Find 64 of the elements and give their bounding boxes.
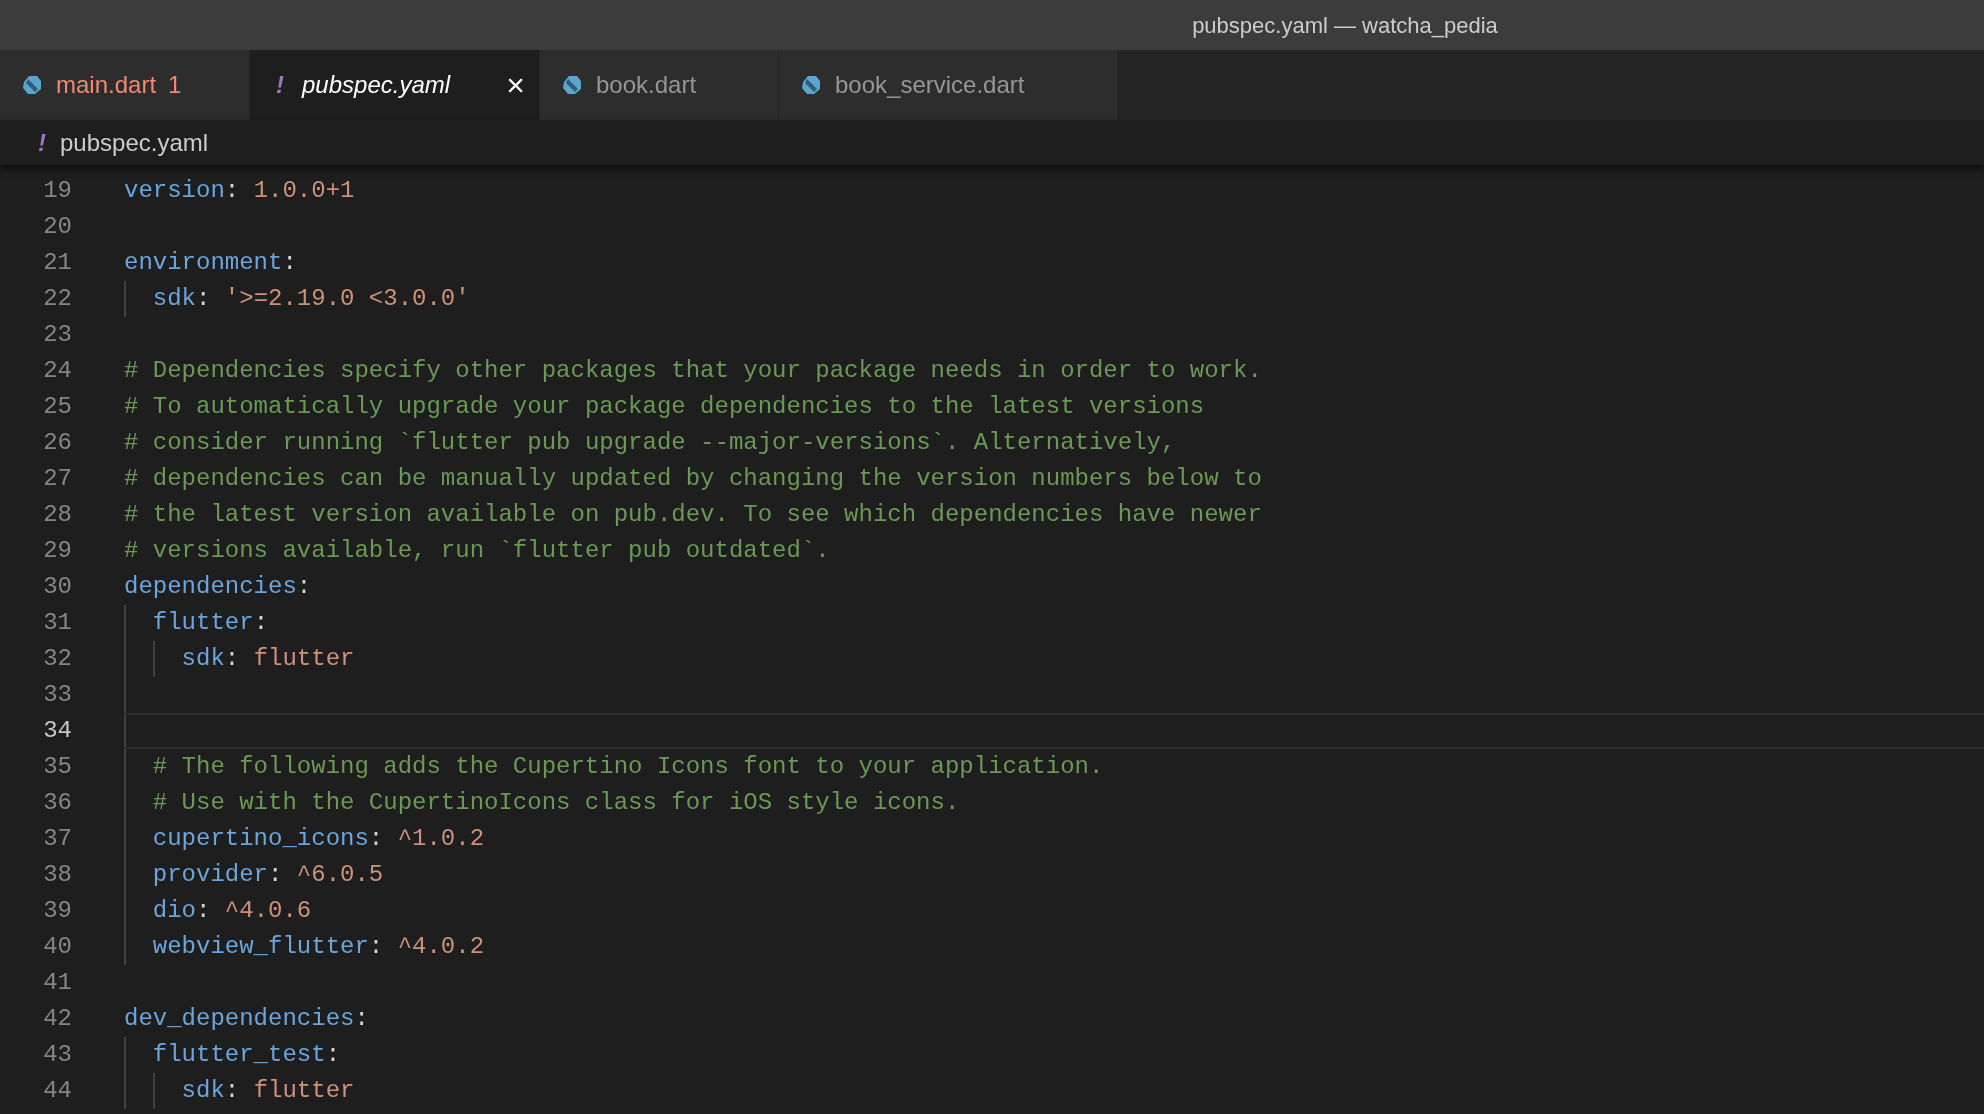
code-line: dio: ^4.0.6 xyxy=(152,896,312,926)
code-line: # Use with the CupertinoIcons class for iOS style icons. xyxy=(152,788,960,818)
window-title: pubspec.yaml — watcha_pedia xyxy=(1192,11,1498,40)
code-line: environment: xyxy=(124,248,297,278)
tab-label: pubspec.yaml xyxy=(302,70,451,100)
code-line: # The following adds the Cupertino Icons font to your application. xyxy=(152,752,1104,782)
dart-icon xyxy=(799,73,823,97)
line-number: 28 xyxy=(42,500,72,530)
line-number: 41 xyxy=(42,968,72,998)
line-number: 37 xyxy=(42,824,72,854)
dart-icon xyxy=(20,73,44,97)
code-line: dependencies: xyxy=(124,572,312,602)
line-number: 30 xyxy=(42,572,72,602)
code-line: provider: ^6.0.5 xyxy=(152,860,384,890)
editor-tab[interactable]: ! pubspec.yaml × xyxy=(250,50,540,120)
line-number: 35 xyxy=(42,752,72,782)
tab-label: main.dart xyxy=(56,70,157,100)
line-number: 25 xyxy=(42,392,72,422)
line-number: 21 xyxy=(42,248,72,278)
line-number: 19 xyxy=(42,176,72,206)
line-number: 23 xyxy=(42,320,72,350)
line-number: 29 xyxy=(42,536,72,566)
line-number: 38 xyxy=(42,860,72,890)
dart-icon xyxy=(560,73,584,97)
line-number: 22 xyxy=(42,284,72,314)
code-line: version: 1.0.0+1 xyxy=(124,176,355,206)
code-line: sdk: flutter xyxy=(181,1076,355,1106)
code-line: # consider running `flutter pub upgrade --major-versions`. Alternatively, xyxy=(124,428,1176,458)
code-line: sdk: '>=2.19.0 <3.0.0' xyxy=(152,284,470,314)
line-number: 32 xyxy=(42,644,72,674)
code-line: # the latest version available on pub.dev. To see which dependencies have newer xyxy=(124,500,1262,530)
code-line: flutter_test: xyxy=(152,1040,341,1070)
line-number: 40 xyxy=(42,932,72,962)
close-button[interactable]: × xyxy=(506,69,525,101)
code-line: # dependencies can be manually updated by changing the version numbers below to xyxy=(124,464,1262,494)
code-line: cupertino_icons: ^1.0.2 xyxy=(152,824,485,854)
editor-tab[interactable]: book_service.dart xyxy=(779,50,1118,120)
line-number: 24 xyxy=(42,356,72,386)
code-line: # Dependencies specify other packages that your package needs in order to work. xyxy=(124,356,1262,386)
code-line: flutter: xyxy=(152,608,269,638)
tab-label: book.dart xyxy=(596,70,697,100)
line-number: 27 xyxy=(42,464,72,494)
line-number: 26 xyxy=(42,428,72,458)
line-number: 42 xyxy=(42,1004,72,1034)
editor-tab[interactable]: book.dart xyxy=(540,50,779,120)
line-number: 34 xyxy=(42,716,72,746)
editor-tab[interactable]: main.dart 1 xyxy=(0,50,250,120)
yaml-icon: ! xyxy=(270,67,290,103)
line-number: 43 xyxy=(42,1040,72,1070)
code-line: # versions available, run `flutter pub outdated`. xyxy=(124,536,830,566)
tab-label: book_service.dart xyxy=(835,70,1025,100)
breadcrumb-item[interactable]: pubspec.yaml xyxy=(60,124,209,161)
code-line: # To automatically upgrade your package dependencies to the latest versions xyxy=(124,392,1205,422)
line-number: 39 xyxy=(42,896,72,926)
yaml-icon: ! xyxy=(38,124,46,161)
line-number: 44 xyxy=(42,1076,72,1106)
problem-count: 1 xyxy=(168,70,182,100)
line-number: 31 xyxy=(42,608,72,638)
line-number: 33 xyxy=(42,680,72,710)
line-number: 20 xyxy=(42,212,72,242)
line-number: 36 xyxy=(42,788,72,818)
code-line: sdk: flutter xyxy=(181,644,355,674)
code-line: webview_flutter: ^4.0.2 xyxy=(152,932,485,962)
code-line: dev_dependencies: xyxy=(124,1004,369,1034)
